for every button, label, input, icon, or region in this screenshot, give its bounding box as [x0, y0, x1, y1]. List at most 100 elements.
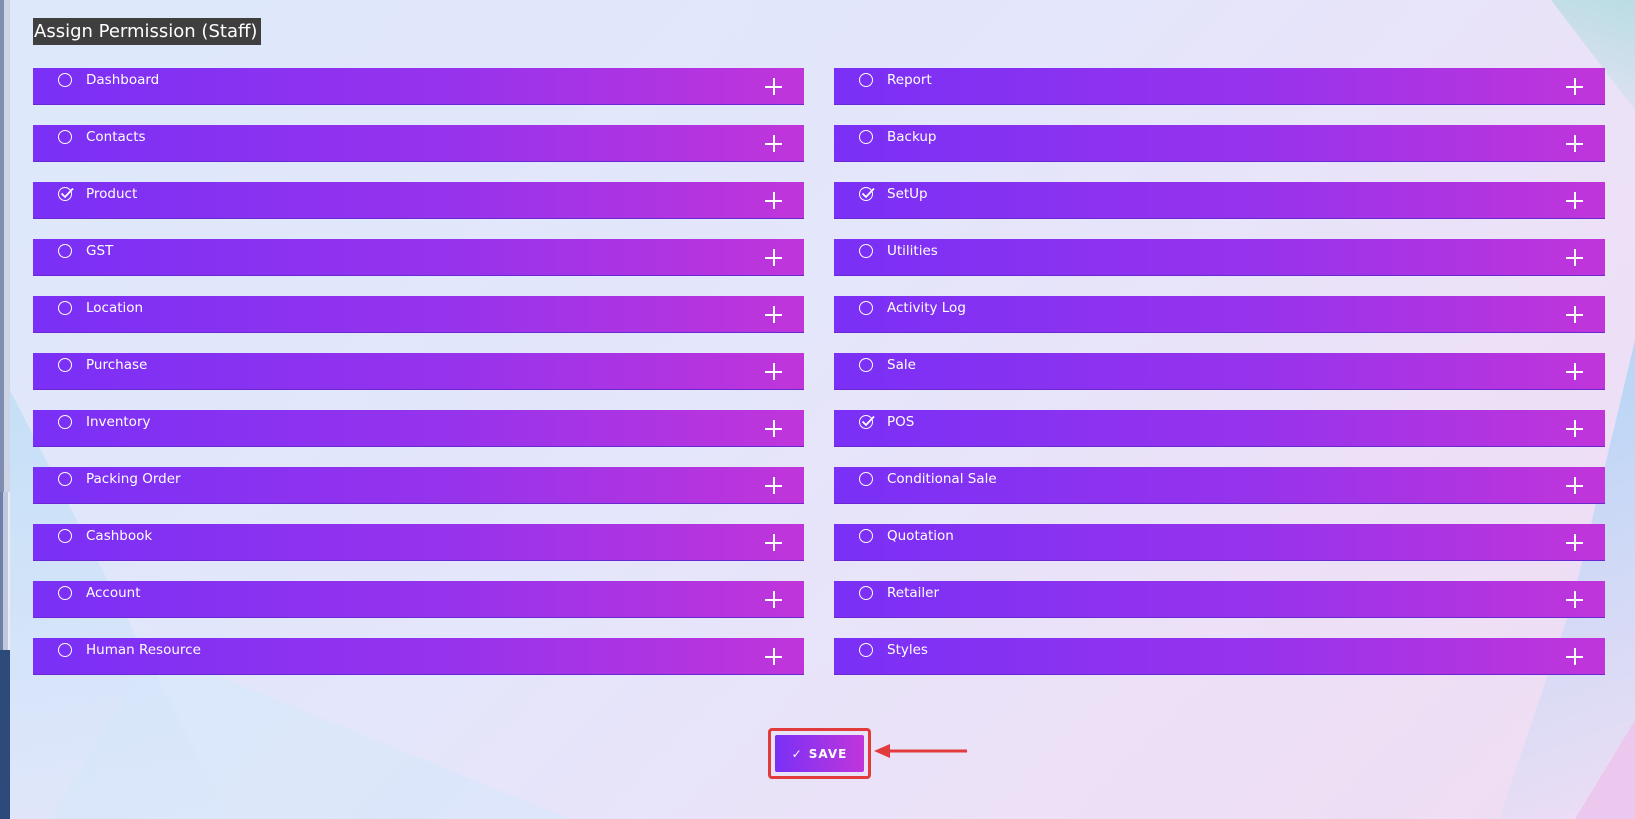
- plus-icon[interactable]: [765, 534, 782, 551]
- permission-label: Location: [86, 300, 144, 316]
- plus-icon[interactable]: [765, 135, 782, 152]
- background-shape: [50, 650, 570, 819]
- permission-checkbox[interactable]: [859, 358, 873, 372]
- permission-checkbox[interactable]: [859, 244, 873, 258]
- left-scrollbar-thumb[interactable]: [0, 0, 10, 492]
- permission-checkbox[interactable]: [859, 643, 873, 657]
- permission-checkbox[interactable]: [859, 73, 873, 87]
- permission-row-backup[interactable]: Backup: [834, 125, 1605, 162]
- permission-checkbox-checked[interactable]: [859, 187, 875, 201]
- plus-icon[interactable]: [1566, 135, 1583, 152]
- plus-icon[interactable]: [765, 648, 782, 665]
- plus-icon[interactable]: [1566, 477, 1583, 494]
- permission-row-conditional-sale[interactable]: Conditional Sale: [834, 467, 1605, 504]
- permission-checkbox[interactable]: [859, 586, 873, 600]
- permission-checkbox[interactable]: [58, 244, 72, 258]
- permission-checkbox[interactable]: [859, 472, 873, 486]
- permission-label: Inventory: [86, 414, 151, 430]
- plus-icon[interactable]: [1566, 249, 1583, 266]
- permission-row-setup[interactable]: SetUp: [834, 182, 1605, 219]
- permission-label: Conditional Sale: [887, 471, 997, 487]
- permission-checkbox[interactable]: [58, 358, 72, 372]
- permission-row-report[interactable]: Report: [834, 68, 1605, 105]
- plus-icon[interactable]: [765, 78, 782, 95]
- plus-icon[interactable]: [1566, 78, 1583, 95]
- background-shape: [1575, 720, 1635, 819]
- plus-icon[interactable]: [1566, 648, 1583, 665]
- permission-label: GST: [86, 243, 114, 259]
- permission-label: Sale: [887, 357, 916, 373]
- permission-row-account[interactable]: Account: [33, 581, 804, 618]
- permission-row-inventory[interactable]: Inventory: [33, 410, 804, 447]
- permission-row-styles[interactable]: Styles: [834, 638, 1605, 675]
- permission-row-activity-log[interactable]: Activity Log: [834, 296, 1605, 333]
- plus-icon[interactable]: [765, 192, 782, 209]
- permission-row-purchase[interactable]: Purchase: [33, 353, 804, 390]
- plus-icon[interactable]: [765, 420, 782, 437]
- permission-label: Dashboard: [86, 72, 160, 88]
- permission-row-retailer[interactable]: Retailer: [834, 581, 1605, 618]
- permission-checkbox[interactable]: [58, 472, 72, 486]
- plus-icon[interactable]: [765, 477, 782, 494]
- plus-icon[interactable]: [1566, 192, 1583, 209]
- save-button[interactable]: ✓ SAVE: [775, 735, 864, 772]
- arrow-left-icon: [874, 744, 967, 758]
- plus-icon[interactable]: [1566, 534, 1583, 551]
- page-title: Assign Permission (Staff): [33, 18, 262, 45]
- permission-checkbox[interactable]: [58, 301, 72, 315]
- check-icon: [861, 188, 875, 199]
- permission-row-contacts[interactable]: Contacts: [33, 125, 804, 162]
- permission-label: Account: [86, 585, 141, 601]
- permission-label: Cashbook: [86, 528, 153, 544]
- save-button-highlight: ✓ SAVE: [768, 728, 871, 779]
- permission-checkbox[interactable]: [58, 415, 72, 429]
- permission-row-quotation[interactable]: Quotation: [834, 524, 1605, 561]
- permission-checkbox[interactable]: [58, 529, 72, 543]
- check-icon: [60, 188, 74, 199]
- plus-icon[interactable]: [765, 249, 782, 266]
- plus-icon[interactable]: [765, 363, 782, 380]
- plus-icon[interactable]: [1566, 420, 1583, 437]
- permission-checkbox[interactable]: [58, 73, 72, 87]
- permission-label: SetUp: [887, 186, 928, 202]
- permission-row-product[interactable]: Product: [33, 182, 804, 219]
- check-icon: [861, 416, 875, 427]
- permission-label: Styles: [887, 642, 928, 658]
- permission-row-location[interactable]: Location: [33, 296, 804, 333]
- permission-label: Contacts: [86, 129, 146, 145]
- permission-row-dashboard[interactable]: Dashboard: [33, 68, 804, 105]
- permission-row-packing-order[interactable]: Packing Order: [33, 467, 804, 504]
- permission-label: POS: [887, 414, 915, 430]
- permission-label: Activity Log: [887, 300, 966, 316]
- permission-checkbox-checked[interactable]: [58, 187, 74, 201]
- permission-row-cashbook[interactable]: Cashbook: [33, 524, 804, 561]
- plus-icon[interactable]: [1566, 306, 1583, 323]
- permission-checkbox[interactable]: [859, 130, 873, 144]
- permission-checkbox[interactable]: [859, 529, 873, 543]
- permission-label: Utilities: [887, 243, 938, 259]
- permission-label: Purchase: [86, 357, 148, 373]
- permission-checkbox-checked[interactable]: [859, 415, 875, 429]
- permission-label: Human Resource: [86, 642, 201, 658]
- permission-label: Packing Order: [86, 471, 181, 487]
- plus-icon[interactable]: [765, 306, 782, 323]
- permission-row-utilities[interactable]: Utilities: [834, 239, 1605, 276]
- permission-label: Report: [887, 72, 932, 88]
- plus-icon[interactable]: [765, 591, 782, 608]
- permission-checkbox[interactable]: [58, 586, 72, 600]
- check-icon: ✓: [791, 746, 803, 761]
- permission-row-sale[interactable]: Sale: [834, 353, 1605, 390]
- permission-checkbox[interactable]: [58, 130, 72, 144]
- permission-label: Backup: [887, 129, 937, 145]
- plus-icon[interactable]: [1566, 591, 1583, 608]
- permission-checkbox[interactable]: [859, 301, 873, 315]
- permission-label: Product: [86, 186, 138, 202]
- save-button-label: SAVE: [808, 746, 848, 761]
- permission-label: Quotation: [887, 528, 954, 544]
- permission-label: Retailer: [887, 585, 940, 601]
- permission-row-human-resource[interactable]: Human Resource: [33, 638, 804, 675]
- permission-checkbox[interactable]: [58, 643, 72, 657]
- plus-icon[interactable]: [1566, 363, 1583, 380]
- permission-row-pos[interactable]: POS: [834, 410, 1605, 447]
- permission-row-gst[interactable]: GST: [33, 239, 804, 276]
